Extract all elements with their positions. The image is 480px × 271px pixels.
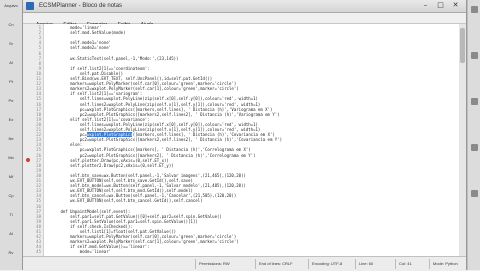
status-item: Permissions: RW [199, 261, 230, 266]
status-separator [195, 259, 196, 269]
side-panel-button-icon[interactable] [471, 144, 478, 151]
desktop-icon-column: Arquivo Cn Sr Al Pt Pe Ex Ne Mo Mf Cp Ti At Rv [0, 0, 23, 270]
desktop-shortcut-icon[interactable]: Pe [3, 98, 19, 107]
side-panel-button-icon[interactable] [471, 6, 478, 13]
desktop-shortcut-icon[interactable]: Al [3, 60, 19, 69]
menu-bar: Arquivo Editar Formatar Exibir Ajuda [23, 13, 466, 28]
desktop-shortcut-icon[interactable]: Ti [3, 212, 19, 221]
status-item: Line: 60 [359, 261, 374, 266]
minimize-button[interactable]: – [419, 1, 432, 10]
vertical-scrollbar[interactable] [459, 24, 466, 256]
side-panel-button-icon[interactable] [471, 98, 478, 105]
status-separator [395, 259, 396, 269]
desktop-shortcut-icon[interactable]: At [3, 231, 19, 240]
editor-window: ECSMPlanner - Bloco de notas – □ ✕ Arqui… [22, 0, 467, 271]
desktop-shortcut-icon[interactable]: Sr [3, 41, 19, 50]
desktop-shortcut-icon[interactable]: Rv [3, 250, 19, 259]
code-line: 45 mode='linear' [36, 249, 459, 255]
desktop-shortcut-icon[interactable]: Mf [3, 174, 19, 183]
status-item: Col: 41 [399, 261, 412, 266]
status-separator [255, 259, 256, 269]
desktop-shortcut-icon[interactable]: Mo [3, 155, 19, 164]
code-editor[interactable]: 1 mode='linear' 2 self.mod.SetValue(mode)… [23, 24, 466, 256]
status-separator [355, 259, 356, 269]
maximize-button[interactable]: □ [434, 1, 447, 10]
scrollbar-thumb[interactable] [460, 28, 465, 63]
desktop-shortcut-icon[interactable]: Ne [3, 136, 19, 145]
side-panel-button-icon[interactable] [471, 190, 478, 197]
code-line-text: mode='linear' [46, 249, 112, 255]
side-panel-button-icon[interactable] [471, 52, 478, 59]
desktop-shortcut-icon[interactable]: Ex [3, 117, 19, 126]
desktop-right-panel [467, 0, 480, 270]
desktop-shortcut-icon[interactable]: Cn [3, 22, 19, 31]
title-bar[interactable]: ECSMPlanner - Bloco de notas – □ ✕ [23, 0, 466, 13]
desktop-shortcut-icon[interactable]: Pt [3, 79, 19, 88]
status-separator [308, 259, 309, 269]
status-separator [429, 259, 430, 269]
close-button[interactable]: ✕ [449, 1, 462, 10]
status-item: End of lines: CRLF [259, 261, 293, 266]
code-text-area[interactable]: 1 mode='linear' 2 self.mod.SetValue(mode)… [36, 24, 459, 256]
desktop-shortcut-icon[interactable]: Cp [3, 193, 19, 202]
status-item: Encoding: UTF-8 [312, 261, 343, 266]
line-number: 45 [36, 249, 41, 255]
notepad-app-icon [26, 2, 34, 10]
window-title: ECSMPlanner - Bloco de notas [39, 3, 123, 9]
status-bar: Permissions: RW End of lines: CRLF Encodin… [23, 256, 466, 271]
desktop-shortcut-icon[interactable]: Arquivo [3, 3, 19, 12]
status-item: Mode: Python [433, 261, 458, 266]
